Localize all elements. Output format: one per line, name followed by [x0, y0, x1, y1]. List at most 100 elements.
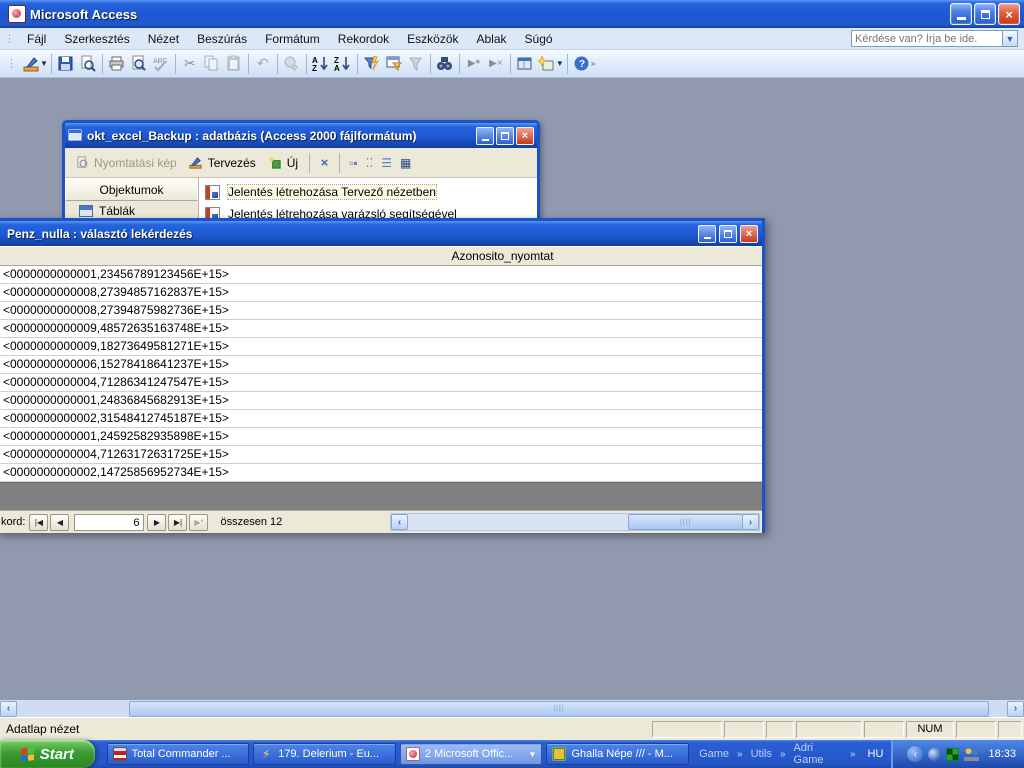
- chevron-icon[interactable]: »: [850, 749, 856, 760]
- last-record-button[interactable]: ▶|: [168, 514, 187, 531]
- table-row[interactable]: <0000000000002,31548412745187E+15>: [0, 410, 762, 428]
- taskbar-button-browser[interactable]: Ghalla Népe /// - M...: [546, 743, 689, 765]
- save-icon[interactable]: [55, 53, 77, 75]
- toolbar-grip[interactable]: ⋮: [2, 57, 20, 70]
- toolbar-utils[interactable]: Utils: [751, 748, 772, 760]
- query-maximize-button[interactable]: [719, 225, 737, 243]
- print-preview-button[interactable]: Nyomtatási kép: [71, 153, 181, 172]
- new-record-icon[interactable]: ▶*: [463, 53, 485, 75]
- sort-descending-icon[interactable]: ZA: [332, 53, 354, 75]
- table-row[interactable]: <0000000000004,71286341247547E+15>: [0, 374, 762, 392]
- menu-records[interactable]: Rekordok: [329, 30, 398, 48]
- scroll-right-icon[interactable]: ›: [1007, 701, 1024, 717]
- help-icon[interactable]: ?: [571, 53, 593, 75]
- toolbar-adri-game[interactable]: Adri Game: [794, 742, 842, 766]
- details-view-icon[interactable]: ▦: [398, 156, 413, 170]
- print-icon[interactable]: [106, 53, 128, 75]
- table-row[interactable]: <0000000000008,27394857162837E+15>: [0, 284, 762, 302]
- toolbar-game[interactable]: Game: [699, 748, 729, 760]
- next-record-button[interactable]: ▶: [147, 514, 166, 531]
- scroll-left-icon[interactable]: ‹: [0, 701, 17, 717]
- menu-view[interactable]: Nézet: [139, 30, 188, 48]
- small-icons-view-icon[interactable]: ⁚⁚: [364, 156, 376, 170]
- tray-app-icon[interactable]: [946, 748, 959, 761]
- tray-collapse-icon[interactable]: ‹: [907, 746, 923, 762]
- paste-icon[interactable]: [223, 53, 245, 75]
- filter-by-selection-icon[interactable]: [361, 53, 383, 75]
- menu-window[interactable]: Ablak: [468, 30, 516, 48]
- table-row[interactable]: <0000000000009,18273649581271E+15>: [0, 338, 762, 356]
- db-minimize-button[interactable]: [476, 127, 494, 145]
- tray-users-icon[interactable]: [964, 748, 979, 761]
- list-item[interactable]: Jelentés létrehozása Tervező nézetben: [201, 181, 537, 203]
- query-minimize-button[interactable]: [698, 225, 716, 243]
- menu-edit[interactable]: Szerkesztés: [55, 30, 138, 48]
- database-window-icon: [68, 128, 83, 143]
- table-row[interactable]: <0000000000008,27394875982736E+15>: [0, 302, 762, 320]
- find-icon[interactable]: [434, 53, 456, 75]
- new-record-button[interactable]: ▶*: [189, 514, 208, 531]
- menu-tools[interactable]: Eszközök: [398, 30, 467, 48]
- view-icon[interactable]: [20, 53, 42, 75]
- hyperlink-icon[interactable]: [281, 53, 303, 75]
- objects-header-button[interactable]: Objektumok: [65, 178, 198, 201]
- ask-question-input[interactable]: [851, 30, 1003, 47]
- database-window-icon[interactable]: [514, 53, 536, 75]
- taskbar-clock[interactable]: 18:33: [988, 748, 1016, 760]
- column-header[interactable]: Azonosito_nyomtat: [0, 246, 762, 266]
- design-button[interactable]: Tervezés: [185, 153, 260, 172]
- query-close-button[interactable]: ×: [740, 225, 758, 243]
- taskbar-button-total-commander[interactable]: Total Commander ...: [107, 743, 250, 765]
- ask-question-dropdown[interactable]: ▼: [1003, 30, 1018, 47]
- menu-format[interactable]: Formátum: [256, 30, 329, 48]
- taskbar-button-office-group[interactable]: 2 Microsoft Offic... ▼: [400, 743, 543, 765]
- file-search-icon[interactable]: [77, 53, 99, 75]
- new-object-icon[interactable]: [536, 53, 558, 75]
- table-row[interactable]: <0000000000009,48572635163748E+15>: [0, 320, 762, 338]
- language-indicator[interactable]: HU: [868, 748, 884, 760]
- toolbar-overflow-icon[interactable]: »: [591, 59, 595, 68]
- scrollbar-thumb[interactable]: ||||: [628, 514, 743, 530]
- spelling-icon[interactable]: ABC: [150, 53, 172, 75]
- view-dropdown-icon[interactable]: ▼: [40, 59, 48, 68]
- start-button[interactable]: Start: [0, 740, 95, 768]
- menu-help[interactable]: Súgó: [516, 30, 562, 48]
- minimize-button[interactable]: [950, 3, 972, 25]
- table-row[interactable]: <0000000000004,71263172631725E+15>: [0, 446, 762, 464]
- scroll-left-icon[interactable]: ‹: [391, 514, 408, 530]
- scroll-right-icon[interactable]: ›: [742, 514, 759, 530]
- undo-icon[interactable]: ↶: [252, 53, 274, 75]
- menu-file[interactable]: Fájl: [18, 30, 55, 48]
- apply-filter-icon[interactable]: [405, 53, 427, 75]
- table-row[interactable]: <0000000000001,23456789123456E+15>: [0, 266, 762, 284]
- table-row[interactable]: <0000000000002,14725856952734E+15>: [0, 464, 762, 482]
- new-button[interactable]: Új: [264, 153, 302, 172]
- large-icons-view-icon[interactable]: ▫▪: [347, 156, 360, 170]
- delete-icon[interactable]: ×: [317, 155, 332, 170]
- scrollbar-thumb[interactable]: ||||: [129, 701, 989, 717]
- cut-icon[interactable]: ✂: [179, 53, 201, 75]
- toolbar-grip[interactable]: ⋮: [0, 32, 18, 45]
- first-record-button[interactable]: |◀: [29, 514, 48, 531]
- table-row[interactable]: <0000000000001,24592582935898E+15>: [0, 428, 762, 446]
- chevron-icon[interactable]: »: [780, 749, 786, 760]
- table-row[interactable]: <0000000000006,15278418641237E+15>: [0, 356, 762, 374]
- table-row[interactable]: <0000000000001,24836845682913E+15>: [0, 392, 762, 410]
- db-close-button[interactable]: ×: [516, 127, 534, 145]
- previous-record-button[interactable]: ◀: [50, 514, 69, 531]
- tray-network-icon[interactable]: [928, 748, 941, 761]
- menu-insert[interactable]: Beszúrás: [188, 30, 256, 48]
- chevron-icon[interactable]: »: [737, 749, 743, 760]
- taskbar-button-winamp[interactable]: ⚡ 179. Delerium - Eu...: [253, 743, 396, 765]
- copy-icon[interactable]: [201, 53, 223, 75]
- current-record-box[interactable]: 6: [74, 514, 144, 531]
- filter-by-form-icon[interactable]: [383, 53, 405, 75]
- delete-record-icon[interactable]: ▶×: [485, 53, 507, 75]
- db-maximize-button[interactable]: [496, 127, 514, 145]
- list-view-icon[interactable]: ☰: [379, 156, 394, 170]
- close-button[interactable]: ×: [998, 3, 1020, 25]
- new-object-dropdown-icon[interactable]: ▼: [556, 59, 564, 68]
- restore-button[interactable]: [974, 3, 996, 25]
- sort-ascending-icon[interactable]: AZ: [310, 53, 332, 75]
- print-preview-icon[interactable]: [128, 53, 150, 75]
